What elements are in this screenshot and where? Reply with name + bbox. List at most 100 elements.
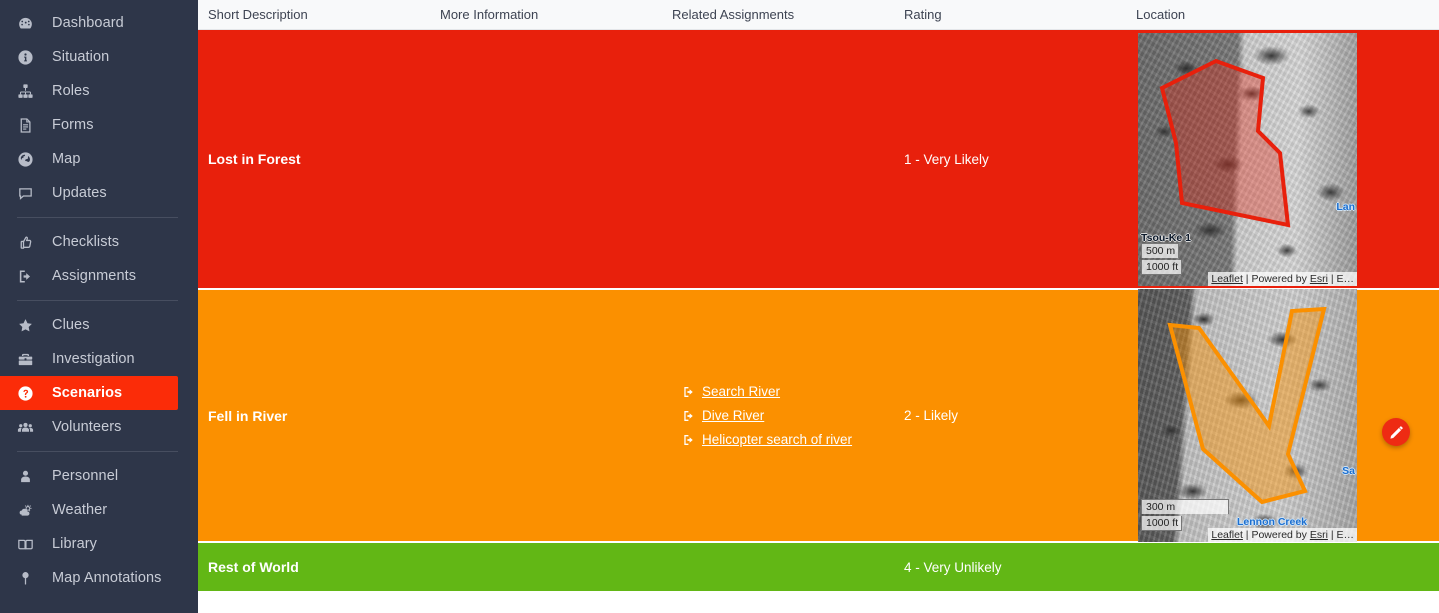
attribution-text: | Powered by [1242, 529, 1310, 541]
globe-icon [17, 151, 43, 168]
sidebar-item-label: Updates [52, 185, 107, 201]
cell-location [1126, 543, 1439, 591]
sidebar-item-investigation[interactable]: Investigation [0, 342, 198, 376]
attribution-tail: | E… [1327, 529, 1354, 541]
sign-out-icon [682, 409, 696, 423]
sidebar-item-label: Weather [52, 502, 108, 518]
map-water-label: Lennon Creek [1237, 516, 1308, 528]
sidebar-item-personnel[interactable]: Personnel [0, 459, 198, 493]
sidebar-item-dashboard[interactable]: Dashboard [0, 6, 198, 40]
briefcase-icon [17, 351, 43, 368]
cell-related-assignments [662, 543, 894, 591]
sidebar-item-label: Assignments [52, 268, 137, 284]
cell-related-assignments: Search River Dive River Helicopter searc… [662, 290, 894, 541]
info-icon [17, 49, 43, 66]
attribution-text: | Powered by [1242, 272, 1310, 285]
list-item[interactable]: Search River [682, 384, 852, 399]
sidebar-item-label: Volunteers [52, 419, 122, 435]
list-item[interactable]: Helicopter search of river [682, 432, 852, 447]
sidebar-item-map-annotations[interactable]: Map Annotations [0, 561, 198, 595]
column-header-rating: Rating [904, 7, 942, 22]
pencil-icon [1389, 425, 1403, 439]
sidebar-item-label: Library [52, 536, 98, 552]
scale-bar-imperial: 1000 ft [1141, 516, 1183, 531]
cell-rating: 2 - Likely [904, 408, 959, 423]
sidebar-item-checklists[interactable]: Checklists [0, 225, 198, 259]
map-attribution: Leaflet | Powered by Esri | E… [1208, 528, 1357, 542]
attribution-tail: | E… [1327, 272, 1354, 285]
sidebar-item-assignments[interactable]: Assignments [0, 259, 198, 293]
related-assignment-links: Search River Dive River Helicopter searc… [672, 384, 852, 447]
cell-location: Lennon Creek Sa 300 m 1000 ft Leaflet | … [1126, 289, 1439, 542]
location-map-thumbnail[interactable]: Tsou-Ke 1 Lan 500 m 1000 ft Leaflet | Po… [1138, 32, 1357, 286]
sidebar-item-label: Investigation [52, 351, 135, 367]
cell-short-description: Lost in Forest [208, 151, 301, 167]
cell-location: Tsou-Ke 1 Lan 500 m 1000 ft Leaflet | Po… [1126, 30, 1439, 288]
table-row[interactable]: Lost in Forest 1 - Very Likely Tsou-Ke 1… [198, 30, 1439, 290]
book-icon [17, 536, 43, 553]
sidebar-item-label: Checklists [52, 234, 120, 250]
sidebar-item-forms[interactable]: Forms [0, 108, 198, 142]
weather-sun-cloud-icon [17, 502, 43, 519]
column-header-more-information: More Information [440, 7, 539, 22]
sign-out-icon [682, 385, 696, 399]
column-header-location: Location [1136, 7, 1186, 22]
cell-rating: 1 - Very Likely [904, 151, 989, 167]
chat-bubble-icon [17, 185, 43, 202]
sidebar-item-label: Personnel [52, 468, 119, 484]
sidebar-item-scenarios[interactable]: Scenarios [0, 376, 178, 410]
map-pin-icon [17, 570, 43, 587]
leaflet-link[interactable]: Leaflet [1211, 529, 1243, 541]
sign-out-icon [682, 433, 696, 447]
sidebar-divider [17, 451, 178, 452]
people-icon [17, 419, 43, 436]
thumbs-up-icon [17, 234, 43, 251]
table-row[interactable]: Rest of World 4 - Very Unlikely [198, 543, 1439, 593]
sidebar-item-weather[interactable]: Weather [0, 493, 198, 527]
sidebar-item-library[interactable]: Library [0, 527, 198, 561]
map-water-label-2: Sa [1342, 465, 1355, 477]
edit-fab-button[interactable] [1382, 418, 1410, 446]
cell-short-description: Fell in River [208, 407, 288, 424]
sidebar-item-roles[interactable]: Roles [0, 74, 198, 108]
org-chart-icon [17, 83, 43, 100]
cell-more-information [430, 290, 662, 541]
esri-link[interactable]: Esri [1310, 529, 1328, 541]
column-header-related-assignments: Related Assignments [672, 7, 795, 22]
column-header-short-description: Short Description [208, 7, 308, 22]
sidebar-item-clues[interactable]: Clues [0, 308, 198, 342]
star-icon [17, 317, 43, 334]
map-water-label: Lan [1336, 200, 1355, 213]
sidebar: Dashboard Situation Roles Forms Map Upda… [0, 0, 198, 613]
scale-bar-metric: 500 m [1141, 242, 1180, 258]
sidebar-item-volunteers[interactable]: Volunteers [0, 410, 198, 444]
cell-more-information [430, 30, 662, 288]
sidebar-item-label: Situation [52, 49, 110, 65]
location-map-thumbnail[interactable]: Lennon Creek Sa 300 m 1000 ft Leaflet | … [1138, 289, 1357, 542]
assignment-link[interactable]: Search River [702, 384, 780, 399]
list-item[interactable]: Dive River [682, 408, 852, 423]
sidebar-item-map[interactable]: Map [0, 142, 198, 176]
scale-bar-imperial: 1000 ft [1141, 259, 1183, 275]
cell-rating: 4 - Very Unlikely [904, 559, 1002, 575]
sign-out-icon [17, 268, 43, 285]
sidebar-item-situation[interactable]: Situation [0, 40, 198, 74]
cell-short-description: Rest of World [208, 559, 299, 575]
table-row[interactable]: Fell in River Search River Dive River He… [198, 289, 1439, 543]
sidebar-item-label: Forms [52, 117, 94, 133]
dashboard-icon [17, 15, 43, 32]
table-header-row: Short Description More Information Relat… [198, 0, 1439, 30]
assignment-link[interactable]: Helicopter search of river [702, 432, 852, 447]
question-circle-icon [17, 385, 43, 402]
sidebar-divider [17, 300, 178, 301]
sidebar-item-label: Map Annotations [52, 570, 162, 586]
app-root: Dashboard Situation Roles Forms Map Upda… [0, 0, 1439, 613]
document-icon [17, 117, 43, 134]
esri-link[interactable]: Esri [1310, 273, 1328, 285]
sidebar-item-updates[interactable]: Updates [0, 176, 198, 210]
scenarios-table-panel: Short Description More Information Relat… [198, 0, 1439, 613]
sidebar-item-label: Scenarios [52, 385, 123, 401]
assignment-link[interactable]: Dive River [702, 408, 764, 423]
map-attribution: Leaflet | Powered by Esri | E… [1208, 271, 1357, 286]
leaflet-link[interactable]: Leaflet [1211, 273, 1243, 285]
